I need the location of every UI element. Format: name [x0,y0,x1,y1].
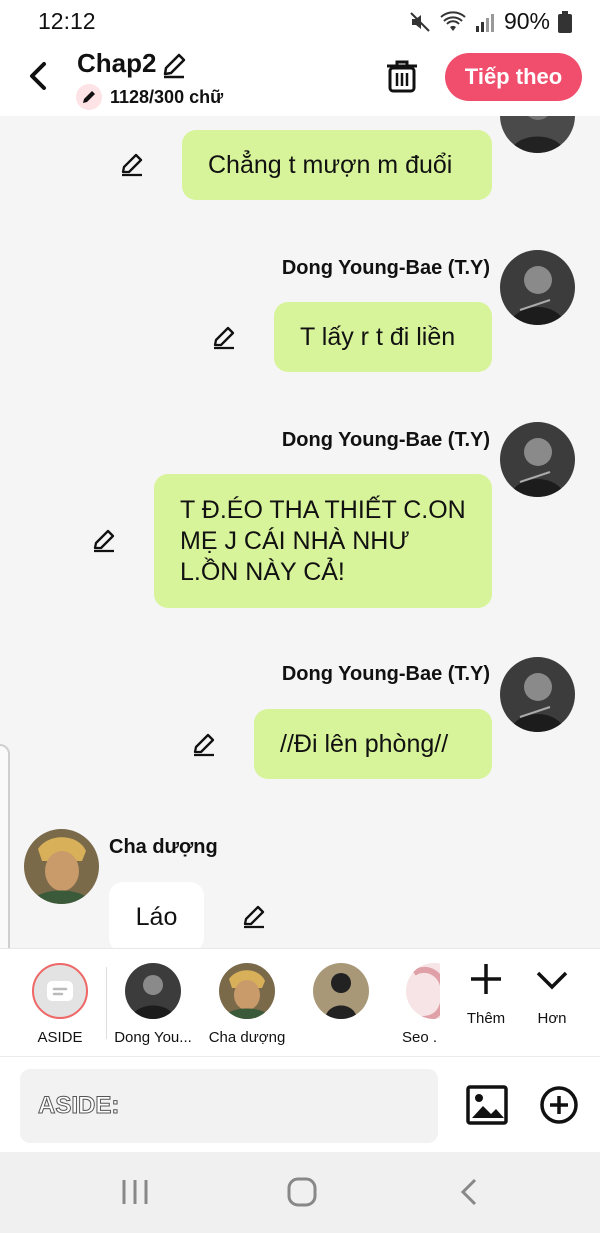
character-item[interactable]: Dong You... [108,963,198,1046]
character-label: Seo . [402,1029,438,1046]
edit-message-icon[interactable] [190,730,218,758]
wifi-icon [440,10,466,31]
sender-name: Dong Young-Bae (T.Y) [281,257,490,279]
message-bubble[interactable]: T Đ.ÉO THA THIẾT C.ON MẸ J CÁI NHÀ NHƯ L… [154,474,492,608]
chapter-title: Chap2 [77,48,157,78]
word-count: 1128/300 chữ [76,84,223,110]
expand-label: Hơn [537,1010,567,1027]
edit-message-icon[interactable] [118,150,146,178]
mute-icon [410,11,430,32]
message-text: //Đi lên phòng// [280,729,449,758]
next-button[interactable]: Tiếp theo [445,53,582,101]
recent-apps-icon[interactable] [115,1176,155,1208]
sender-name: Cha dượng [109,836,218,858]
status-time: 12:12 [38,8,96,34]
aside-icon [32,963,88,1019]
character-item[interactable] [296,963,386,1029]
message-input[interactable] [20,1069,438,1143]
character-aside[interactable]: ASIDE [15,963,105,1046]
sender-name: Dong Young-Bae (T.Y) [281,663,490,685]
composer [0,1056,600,1152]
avatar[interactable] [500,657,575,732]
status-bar: 12:12 90% [0,0,600,42]
avatar [219,963,275,1019]
avatar[interactable] [24,829,99,904]
character-item[interactable]: Cha dượng [202,963,292,1046]
message-text: Chẳng t mượn m đuổi [208,150,453,179]
avatar[interactable] [500,250,575,325]
message-bubble[interactable]: //Đi lên phòng// [254,709,492,779]
avatar[interactable] [500,422,575,497]
plus-icon [471,964,501,994]
divider [106,967,107,1039]
signal-icon [475,13,494,32]
battery-icon [558,10,572,33]
system-nav-bar [0,1152,600,1233]
character-label: Dong You... [114,1029,192,1046]
image-icon[interactable] [466,1085,508,1125]
character-label: ASIDE [37,1029,83,1046]
expand-button[interactable]: Hơn [522,961,582,1027]
avatar [313,963,369,1019]
message-text: Láo [135,902,178,931]
edit-message-icon[interactable] [90,526,118,554]
message-bubble[interactable]: Chẳng t mượn m đuổi [182,130,492,200]
header: Chap2 1128/300 chữ Tiếp theo [0,42,600,116]
pencil-icon [76,84,102,110]
home-icon[interactable] [282,1176,322,1208]
edit-message-icon[interactable] [240,902,268,930]
status-icons: 90% [408,8,572,35]
avatar [125,963,181,1019]
back-nav-icon[interactable] [450,1176,490,1208]
message-text: T lấy r t đi liền [300,322,456,351]
side-drawer-handle[interactable] [0,744,10,972]
chat-area[interactable]: Chẳng t mượn m đuổi Dong Young-Bae (T.Y)… [0,116,600,948]
edit-message-icon[interactable] [210,323,238,351]
message-bubble[interactable]: T lấy r t đi liền [274,302,492,372]
word-count-text: 1128/300 chữ [110,86,224,107]
back-icon[interactable] [22,58,56,94]
add-character-button[interactable]: Thêm [456,961,516,1027]
edit-title-icon[interactable] [159,50,189,80]
message-text: T Đ.ÉO THA THIẾT C.ON MẸ J CÁI NHÀ NHƯ L… [180,495,466,586]
avatar [406,963,440,1019]
avatar[interactable] [500,116,575,153]
add-label: Thêm [466,1010,506,1027]
character-label: Cha dượng [208,1029,286,1046]
sender-name: Dong Young-Bae (T.Y) [281,429,490,451]
chevron-down-icon [536,971,568,990]
message-bubble[interactable]: Láo [109,882,204,948]
trash-icon[interactable] [385,58,419,94]
character-picker: ASIDE Dong You... Cha dượng Seo . Thêm H… [0,948,600,1056]
battery-percent: 90% [503,8,550,34]
character-item[interactable]: Seo . [390,963,440,1046]
add-circle-icon[interactable] [539,1085,579,1125]
